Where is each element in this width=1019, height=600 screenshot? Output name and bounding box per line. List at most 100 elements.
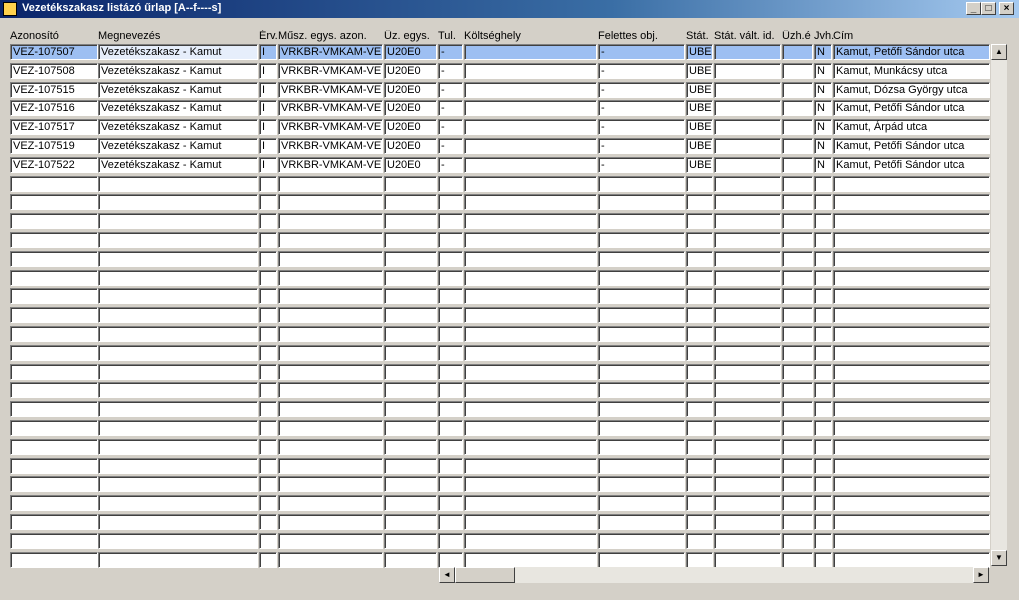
grid-cell[interactable] <box>814 307 832 323</box>
grid-cell[interactable] <box>10 288 98 304</box>
grid-cell[interactable] <box>686 326 713 342</box>
grid-cell[interactable] <box>686 213 713 229</box>
grid-cell[interactable] <box>598 514 685 530</box>
grid-cell[interactable] <box>814 251 832 267</box>
grid-cell[interactable] <box>598 533 685 549</box>
grid-cell[interactable]: VEZ-107516 <box>10 100 98 116</box>
grid-cell[interactable] <box>714 345 781 361</box>
grid-cell[interactable] <box>10 476 98 492</box>
grid-cell[interactable] <box>464 401 597 417</box>
grid-cell[interactable] <box>686 251 713 267</box>
grid-cell[interactable] <box>714 100 781 116</box>
grid-cell[interactable]: - <box>438 119 463 135</box>
grid-cell[interactable] <box>833 326 990 342</box>
grid-cell[interactable] <box>384 364 437 380</box>
grid-cell[interactable]: UBE <box>686 157 713 173</box>
grid-cell[interactable] <box>833 382 990 398</box>
grid-cell[interactable] <box>782 307 813 323</box>
grid-cell[interactable] <box>782 552 813 568</box>
grid-cell[interactable] <box>814 401 832 417</box>
grid-cell[interactable] <box>464 82 597 98</box>
grid-cell[interactable]: - <box>598 82 685 98</box>
scroll-left-icon[interactable]: ◄ <box>439 567 455 583</box>
grid-cell[interactable] <box>598 194 685 210</box>
grid-cell[interactable] <box>98 439 258 455</box>
grid-cell[interactable] <box>714 364 781 380</box>
grid-cell[interactable] <box>782 401 813 417</box>
grid-cell[interactable] <box>259 213 277 229</box>
grid-cell[interactable]: Kamut, Petőfi Sándor utca <box>833 138 990 154</box>
grid-cell[interactable] <box>438 345 463 361</box>
grid-cell[interactable] <box>464 157 597 173</box>
grid-cell[interactable] <box>598 232 685 248</box>
grid-cell[interactable] <box>814 288 832 304</box>
grid-cell[interactable] <box>833 420 990 436</box>
grid-cell[interactable] <box>686 382 713 398</box>
grid-cell[interactable]: - <box>438 63 463 79</box>
grid-cell[interactable] <box>782 232 813 248</box>
grid-cell[interactable] <box>259 345 277 361</box>
grid-cell[interactable]: N <box>814 63 832 79</box>
grid-cell[interactable] <box>833 514 990 530</box>
grid-cell[interactable] <box>598 251 685 267</box>
grid-cell[interactable] <box>598 270 685 286</box>
grid-cell[interactable] <box>438 251 463 267</box>
grid-cell[interactable]: Vezetékszakasz - Kamut <box>98 100 258 116</box>
grid-cell[interactable] <box>686 552 713 568</box>
grid-cell[interactable]: UBE <box>686 82 713 98</box>
grid-cell[interactable]: UBE <box>686 100 713 116</box>
grid-cell[interactable] <box>714 157 781 173</box>
grid-cell[interactable] <box>714 194 781 210</box>
grid-cell[interactable] <box>98 420 258 436</box>
grid-cell[interactable] <box>384 194 437 210</box>
grid-cell[interactable] <box>464 138 597 154</box>
grid-cell[interactable] <box>278 420 383 436</box>
grid-cell[interactable] <box>98 176 258 192</box>
grid-cell[interactable]: - <box>438 138 463 154</box>
grid-cell[interactable] <box>384 251 437 267</box>
grid-cell[interactable] <box>714 138 781 154</box>
grid-cell[interactable] <box>384 514 437 530</box>
grid-cell[interactable] <box>598 382 685 398</box>
grid-cell[interactable] <box>278 326 383 342</box>
grid-cell[interactable] <box>278 251 383 267</box>
grid-cell[interactable]: Vezetékszakasz - Kamut <box>98 157 258 173</box>
grid-cell[interactable] <box>10 176 98 192</box>
grid-cell[interactable] <box>259 533 277 549</box>
grid-cell[interactable] <box>259 514 277 530</box>
grid-cell[interactable] <box>686 345 713 361</box>
grid-cell[interactable] <box>278 364 383 380</box>
grid-cell[interactable]: VRKBR-VMKAM-VE <box>278 82 383 98</box>
grid-cell[interactable] <box>464 176 597 192</box>
grid-cell[interactable] <box>464 552 597 568</box>
grid-cell[interactable] <box>10 514 98 530</box>
grid-cell[interactable]: I <box>259 119 277 135</box>
grid-cell[interactable] <box>686 458 713 474</box>
grid-cell[interactable] <box>384 439 437 455</box>
vertical-scrollbar[interactable]: ▲ ▼ <box>991 44 1007 566</box>
grid-cell[interactable] <box>464 495 597 511</box>
grid-cell[interactable] <box>10 345 98 361</box>
grid-cell[interactable] <box>598 458 685 474</box>
grid-cell[interactable] <box>782 495 813 511</box>
grid-cell[interactable]: U20E0 <box>384 100 437 116</box>
grid-cell[interactable] <box>464 420 597 436</box>
grid-cell[interactable] <box>714 213 781 229</box>
grid-cell[interactable] <box>714 63 781 79</box>
grid-cell[interactable] <box>98 326 258 342</box>
grid-cell[interactable] <box>464 533 597 549</box>
grid-cell[interactable] <box>814 552 832 568</box>
grid-cell[interactable] <box>782 63 813 79</box>
grid-cell[interactable] <box>598 307 685 323</box>
grid-cell[interactable] <box>10 326 98 342</box>
grid-cell[interactable] <box>278 514 383 530</box>
horizontal-scrollbar[interactable]: ◄ ► <box>439 567 989 583</box>
grid-cell[interactable] <box>464 326 597 342</box>
grid-cell[interactable]: Vezetékszakasz - Kamut <box>98 44 258 60</box>
grid-cell[interactable]: Kamut, Petőfi Sándor utca <box>833 44 990 60</box>
grid-cell[interactable] <box>384 533 437 549</box>
grid-cell[interactable]: Kamut, Dózsa György utca <box>833 82 990 98</box>
grid-cell[interactable]: I <box>259 44 277 60</box>
grid-cell[interactable] <box>438 326 463 342</box>
grid-cell[interactable] <box>464 213 597 229</box>
